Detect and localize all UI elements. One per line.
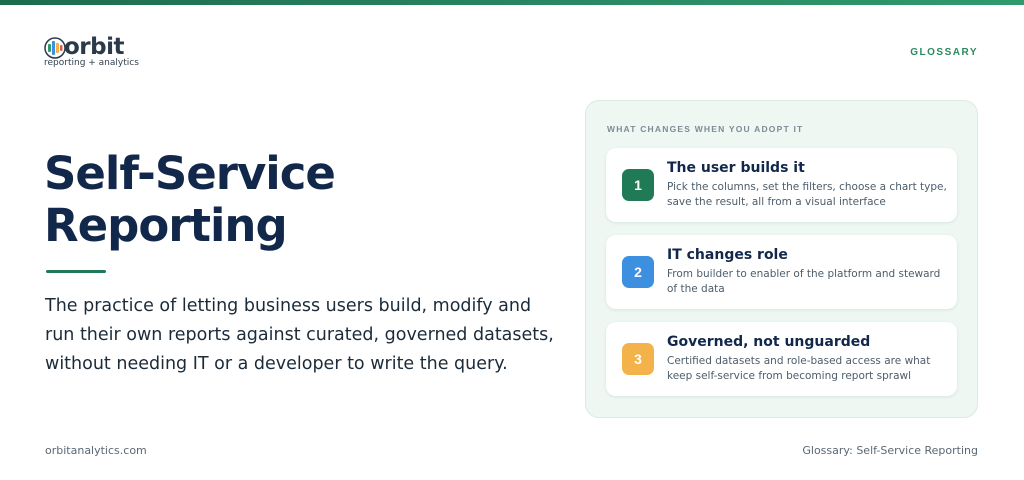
- card-title: IT changes role: [667, 247, 788, 263]
- step-number-badge: 2: [622, 256, 654, 288]
- change-card-1: 1 The user builds it Pick the columns, s…: [606, 148, 957, 222]
- step-number-badge: 3: [622, 343, 654, 375]
- top-accent-bar: [0, 0, 1024, 5]
- term-definition: The practice of letting business users b…: [45, 296, 554, 374]
- orbit-logo-icon: [44, 37, 66, 59]
- card-title: The user builds it: [667, 160, 805, 176]
- footer-page-label: Glossary: Self-Service Reporting: [802, 444, 978, 457]
- panel-heading: WHAT CHANGES WHEN YOU ADOPT IT: [607, 124, 804, 134]
- logo-wordmark: orbit: [64, 34, 125, 60]
- card-description: From builder to enabler of the platform …: [667, 268, 941, 295]
- card-description: Certified datasets and role-based access…: [667, 355, 931, 382]
- adoption-panel: WHAT CHANGES WHEN YOU ADOPT IT 1 The use…: [585, 100, 978, 418]
- change-card-3: 3 Governed, not unguarded Certified data…: [606, 322, 957, 396]
- section-label: GLOSSARY: [910, 47, 978, 58]
- card-title: Governed, not unguarded: [667, 334, 871, 350]
- title-underline: [46, 270, 106, 273]
- step-number-badge: 1: [622, 169, 654, 201]
- logo-tagline: reporting + analytics: [44, 58, 139, 68]
- brand-logo[interactable]: orbit reporting + analytics: [44, 34, 174, 70]
- footer-website-link[interactable]: orbitanalytics.com: [45, 444, 147, 457]
- change-card-2: 2 IT changes role From builder to enable…: [606, 235, 957, 309]
- card-description: Pick the columns, set the filters, choos…: [667, 181, 947, 208]
- title-line-2: Reporting: [44, 199, 288, 252]
- page-title: Self-Service Reporting: [44, 148, 524, 252]
- title-line-1: Self-Service: [44, 147, 336, 200]
